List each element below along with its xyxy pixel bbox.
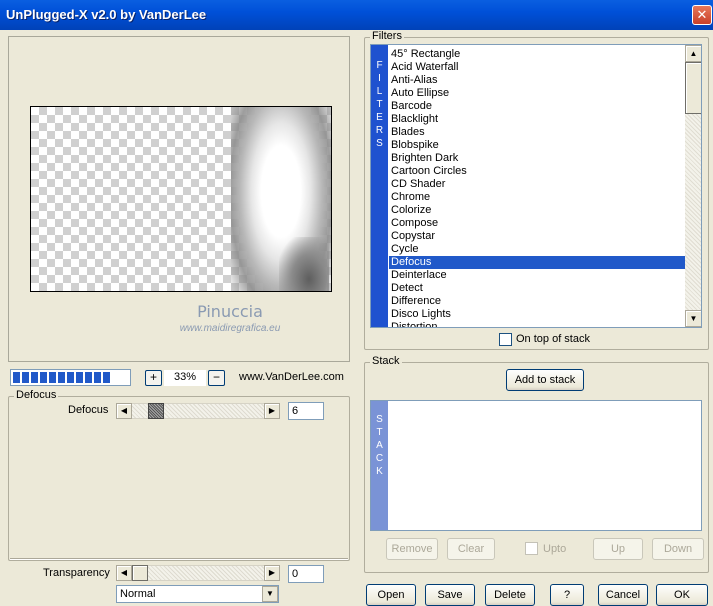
window-title: UnPlugged-X v2.0 by VanDerLee — [6, 7, 207, 22]
defocus-left-arrow[interactable]: ◀ — [116, 403, 132, 419]
close-button[interactable]: ✕ — [692, 5, 712, 25]
zoom-value: 33% — [164, 370, 206, 386]
filter-item[interactable]: Blobspike — [389, 139, 685, 152]
transparency-value[interactable]: 0 — [288, 565, 324, 583]
filter-item[interactable]: Blacklight — [389, 113, 685, 126]
transparency-label: Transparency — [43, 567, 110, 579]
filter-item[interactable]: Defocus — [389, 256, 685, 269]
ok-button[interactable]: OK — [656, 584, 708, 606]
defocus-right-arrow[interactable]: ▶ — [264, 403, 280, 419]
filter-item[interactable]: Chrome — [389, 191, 685, 204]
filter-item[interactable]: Anti-Alias — [389, 74, 685, 87]
params-divider — [10, 558, 348, 560]
open-button[interactable]: Open — [366, 584, 416, 606]
filter-item[interactable]: Difference — [389, 295, 685, 308]
add-to-stack-button[interactable]: Add to stack — [506, 369, 584, 391]
transparency-slider-thumb[interactable] — [132, 565, 148, 581]
transparency-right-arrow[interactable]: ▶ — [264, 565, 280, 581]
filters-group-title: Filters — [370, 30, 404, 42]
cancel-button[interactable]: Cancel — [598, 584, 648, 606]
up-button[interactable]: Up — [593, 538, 643, 560]
defocus-value[interactable]: 6 — [288, 402, 324, 420]
filter-item[interactable]: Acid Waterfall — [389, 61, 685, 74]
filter-item[interactable]: Distortion — [389, 321, 685, 327]
watermark-url: www.maidiregrafica.eu — [179, 323, 281, 334]
filter-item[interactable]: Brighten Dark — [389, 152, 685, 165]
preview-canvas[interactable] — [30, 106, 332, 292]
delete-button[interactable]: Delete — [485, 584, 535, 606]
transparency-left-arrow[interactable]: ◀ — [116, 565, 132, 581]
filter-item[interactable]: Detect — [389, 282, 685, 295]
down-button[interactable]: Down — [652, 538, 704, 560]
zoom-out-button[interactable]: − — [208, 370, 225, 386]
arrow-left-icon: ◀ — [120, 568, 128, 577]
arrow-right-icon: ▶ — [268, 568, 276, 577]
arrow-left-icon: ◀ — [120, 406, 128, 415]
filter-list[interactable]: FILTERS 45° Rectangle Acid Waterfall Anti-… — [370, 44, 702, 328]
scroll-up-button[interactable]: ▲ — [685, 45, 701, 62]
remove-button[interactable]: Remove — [386, 538, 438, 560]
vanderlee-link[interactable]: www.VanDerLee.com — [239, 371, 344, 383]
filter-item[interactable]: Auto Ellipse — [389, 87, 685, 100]
arrow-up-icon: ▲ — [689, 49, 698, 58]
blend-mode-value: Normal — [120, 588, 156, 600]
defocus-label: Defocus — [68, 404, 109, 416]
filter-item[interactable]: 45° Rectangle — [389, 48, 685, 61]
scroll-thumb[interactable] — [685, 62, 701, 114]
watermark-name: Pinuccia — [197, 302, 263, 321]
filters-side-tab: FILTERS — [371, 45, 388, 327]
progress-bar — [10, 369, 131, 386]
params-group-title: Defocus — [14, 389, 59, 401]
chevron-down-icon[interactable]: ▼ — [262, 586, 278, 602]
preview-shadow — [279, 237, 329, 291]
title-bar: UnPlugged-X v2.0 by VanDerLee ✕ — [0, 0, 713, 30]
filter-items: 45° Rectangle Acid Waterfall Anti-Alias Aut… — [389, 48, 685, 327]
filter-scrollbar[interactable]: ▲ ▼ — [685, 45, 701, 327]
transparency-slider-track[interactable] — [132, 565, 264, 581]
stack-group-title: Stack — [370, 355, 402, 367]
filter-item[interactable]: Barcode — [389, 100, 685, 113]
filter-item[interactable]: Cycle — [389, 243, 685, 256]
filter-item[interactable]: Deinterlace — [389, 269, 685, 282]
stack-list[interactable]: STACK — [370, 400, 702, 531]
stack-side-tab: STACK — [371, 401, 388, 530]
filter-item[interactable]: Colorize — [389, 204, 685, 217]
scroll-down-button[interactable]: ▼ — [685, 310, 701, 327]
filter-item[interactable]: Blades — [389, 126, 685, 139]
help-button[interactable]: ? — [550, 584, 584, 606]
save-button[interactable]: Save — [425, 584, 475, 606]
params-group — [8, 396, 350, 561]
arrow-right-icon: ▶ — [268, 406, 276, 415]
on-top-label: On top of stack — [516, 333, 590, 345]
filter-item[interactable]: Copystar — [389, 230, 685, 243]
blend-mode-select[interactable]: Normal ▼ — [116, 585, 279, 603]
upto-checkbox[interactable] — [525, 542, 538, 555]
on-top-checkbox[interactable] — [499, 333, 512, 346]
defocus-slider-thumb[interactable] — [148, 403, 164, 419]
filter-item[interactable]: Cartoon Circles — [389, 165, 685, 178]
zoom-in-button[interactable]: + — [145, 370, 162, 386]
arrow-down-icon: ▼ — [689, 314, 698, 323]
clear-button[interactable]: Clear — [447, 538, 495, 560]
filter-item[interactable]: Compose — [389, 217, 685, 230]
upto-label: Upto — [543, 543, 567, 555]
close-icon: ✕ — [696, 7, 708, 22]
filter-item[interactable]: CD Shader — [389, 178, 685, 191]
filter-item[interactable]: Disco Lights — [389, 308, 685, 321]
